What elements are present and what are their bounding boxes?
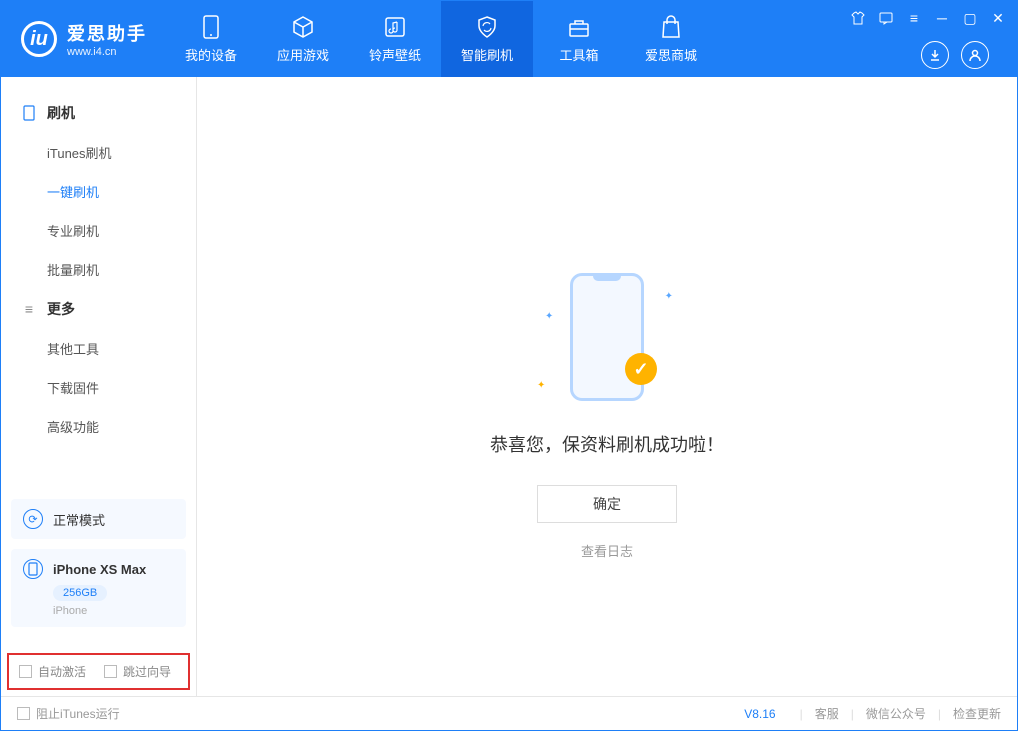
nav-toolbox[interactable]: 工具箱 (533, 1, 625, 77)
nav-store[interactable]: 爱思商城 (625, 1, 717, 77)
shirt-icon[interactable] (849, 9, 867, 27)
nav-label: 铃声壁纸 (369, 45, 421, 64)
footer: 阻止iTunes运行 V8.16 | 客服 | 微信公众号 | 检查更新 (1, 696, 1017, 730)
phone-outline-icon (23, 559, 43, 579)
mode-card[interactable]: ⟳ 正常模式 (11, 499, 186, 539)
device-name: iPhone XS Max (53, 562, 146, 577)
footer-link-update[interactable]: 检查更新 (953, 705, 1001, 722)
checkbox-block-itunes[interactable]: 阻止iTunes运行 (17, 705, 120, 722)
mode-label: 正常模式 (53, 510, 105, 529)
close-button[interactable]: ✕ (989, 9, 1007, 27)
sidebar: 刷机 iTunes刷机 一键刷机 专业刷机 批量刷机 ≡ 更多 其他工具 下载固… (1, 77, 197, 696)
sidebar-item-download-firmware[interactable]: 下载固件 (1, 368, 196, 407)
top-nav: 我的设备 应用游戏 铃声壁纸 智能刷机 工具箱 爱思商城 (165, 1, 717, 77)
minimize-button[interactable]: ─ (933, 9, 951, 27)
sparkle-icon: ✦ (545, 311, 553, 322)
sidebar-item-other-tools[interactable]: 其他工具 (1, 329, 196, 368)
phone-icon (199, 15, 223, 39)
sidebar-list: 刷机 iTunes刷机 一键刷机 专业刷机 批量刷机 ≡ 更多 其他工具 下载固… (1, 77, 196, 489)
app-window: iu 爱思助手 www.i4.cn 我的设备 应用游戏 铃声壁纸 智能刷机 (0, 0, 1018, 731)
sidebar-cards: ⟳ 正常模式 iPhone XS Max 256GB iPhone (1, 489, 196, 647)
download-button[interactable] (921, 41, 949, 69)
sparkle-icon: ✦ (537, 380, 545, 391)
checkbox-auto-activate[interactable]: 自动激活 (19, 663, 86, 680)
separator: | (800, 707, 803, 721)
nav-label: 爱思商城 (645, 45, 697, 64)
group-label: 刷机 (47, 103, 75, 123)
cube-icon (291, 15, 315, 39)
checkbox-label: 阻止iTunes运行 (36, 705, 120, 722)
refresh-shield-icon (475, 15, 499, 39)
sidebar-item-batch-flash[interactable]: 批量刷机 (1, 250, 196, 289)
maximize-button[interactable]: ▢ (961, 9, 979, 27)
options-highlight-box: 自动激活 跳过向导 (7, 653, 190, 690)
nav-label: 工具箱 (559, 45, 598, 64)
nav-ringtones-wallpapers[interactable]: 铃声壁纸 (349, 1, 441, 77)
nav-apps-games[interactable]: 应用游戏 (257, 1, 349, 77)
nav-label: 我的设备 (185, 45, 237, 64)
checkbox-box-icon (19, 665, 32, 678)
ok-button[interactable]: 确定 (537, 485, 677, 523)
feedback-icon[interactable] (877, 9, 895, 27)
sparkle-icon: ✦ (665, 291, 673, 302)
nav-label: 应用游戏 (277, 45, 329, 64)
checkbox-box-icon (104, 665, 117, 678)
phone-notch (593, 276, 621, 281)
device-icon (21, 105, 37, 121)
version-label: V8.16 (744, 707, 775, 721)
toolbox-icon (567, 15, 591, 39)
checkmark-badge-icon: ✓ (625, 353, 657, 385)
device-type: iPhone (53, 605, 87, 617)
success-message: 恭喜您，保资料刷机成功啦！ (490, 431, 724, 457)
group-label: 更多 (47, 299, 75, 319)
logo-text: 爱思助手 www.i4.cn (67, 20, 147, 58)
sidebar-item-advanced[interactable]: 高级功能 (1, 407, 196, 446)
checkbox-label: 自动激活 (38, 663, 86, 680)
view-log-link[interactable]: 查看日志 (581, 541, 633, 560)
nav-my-device[interactable]: 我的设备 (165, 1, 257, 77)
sidebar-group-flash: 刷机 (1, 93, 196, 133)
nav-smart-flash[interactable]: 智能刷机 (441, 1, 533, 77)
logo-icon: iu (21, 21, 57, 57)
window-controls: ≡ ─ ▢ ✕ (849, 1, 1017, 77)
footer-link-wechat[interactable]: 微信公众号 (866, 705, 926, 722)
checkbox-box-icon (17, 707, 30, 720)
separator: | (851, 707, 854, 721)
titlebar: iu 爱思助手 www.i4.cn 我的设备 应用游戏 铃声壁纸 智能刷机 (1, 1, 1017, 77)
logo-block: iu 爱思助手 www.i4.cn (1, 1, 165, 77)
sidebar-group-more: ≡ 更多 (1, 289, 196, 329)
success-illustration: ✦ ✦ ✦ ✓ (527, 273, 687, 413)
checkbox-label: 跳过向导 (123, 663, 171, 680)
main-content: ✦ ✦ ✦ ✓ 恭喜您，保资料刷机成功啦！ 确定 查看日志 (197, 77, 1017, 696)
separator: | (938, 707, 941, 721)
device-card[interactable]: iPhone XS Max 256GB iPhone (11, 549, 186, 627)
checkbox-skip-guide[interactable]: 跳过向导 (104, 663, 171, 680)
nav-label: 智能刷机 (461, 45, 513, 64)
app-title: 爱思助手 (67, 20, 147, 46)
sidebar-item-itunes-flash[interactable]: iTunes刷机 (1, 133, 196, 172)
menu-icon[interactable]: ≡ (905, 9, 923, 27)
sidebar-item-pro-flash[interactable]: 专业刷机 (1, 211, 196, 250)
footer-link-cs[interactable]: 客服 (815, 705, 839, 722)
storage-badge: 256GB (53, 585, 107, 601)
music-note-icon (383, 15, 407, 39)
shopping-bag-icon (659, 15, 683, 39)
sync-icon: ⟳ (23, 509, 43, 529)
app-url: www.i4.cn (67, 46, 147, 58)
body: 刷机 iTunes刷机 一键刷机 专业刷机 批量刷机 ≡ 更多 其他工具 下载固… (1, 77, 1017, 696)
list-icon: ≡ (21, 301, 37, 317)
sidebar-item-oneclick-flash[interactable]: 一键刷机 (1, 172, 196, 211)
user-button[interactable] (961, 41, 989, 69)
